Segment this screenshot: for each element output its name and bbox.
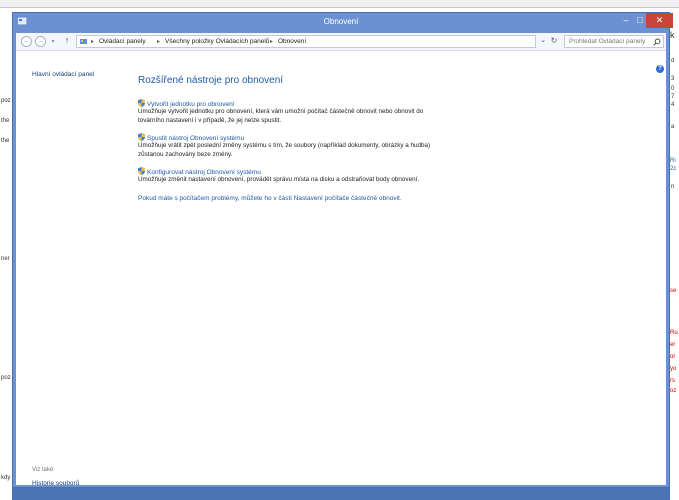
search-icon[interactable]: [653, 38, 661, 46]
tool-description: Umožňuje změnit nastavení obnovení, prov…: [138, 176, 420, 183]
address-bar[interactable]: ▸ Ovládací panely ▸ Všechny položky Ovlá…: [76, 35, 536, 48]
background-text: poz: [1, 375, 11, 381]
open-system-restore-label[interactable]: Spustit nástroj Obnovení systému: [147, 135, 244, 142]
refresh-icon[interactable]: ↻: [548, 36, 560, 47]
shield-icon: [138, 133, 145, 141]
configure-system-restore-link[interactable]: Konfigurovat nástroj Obnovení systému: [138, 167, 261, 176]
back-button[interactable]: ←: [21, 36, 32, 47]
background-text: a: [671, 124, 675, 130]
breadcrumb-control-panel[interactable]: Ovládací panely: [99, 38, 146, 45]
help-icon[interactable]: ?: [656, 65, 664, 73]
tool-description: Umožňuje vytvořit jednotku pro obnovení,…: [138, 108, 424, 124]
content-area: Hlavní ovládací panel Viz také Historie …: [16, 51, 666, 487]
configure-system-restore-label[interactable]: Konfigurovat nástroj Obnovení systému: [147, 169, 261, 176]
background-taskbar-strip: [12, 488, 670, 500]
background-text: d: [671, 58, 675, 64]
navigation-bar: ← → ▾ ↑ ▸ Ovládací panely ▸ Všechny polo…: [16, 33, 666, 51]
file-history-link[interactable]: Historie souborů: [32, 480, 79, 487]
breadcrumb-separator-icon[interactable]: ▸: [157, 38, 160, 45]
recent-locations-chevron-icon[interactable]: ▾: [49, 38, 57, 49]
tool-description: Umožňuje vrátit zpět poslední změny syst…: [138, 142, 431, 158]
create-recovery-drive-link[interactable]: Vytvořit jednotku pro obnovení: [138, 99, 235, 108]
page-title: Rozšířené nástroje pro obnovení: [138, 75, 284, 86]
search-box[interactable]: [564, 35, 664, 48]
background-text: ner: [1, 256, 10, 262]
up-button[interactable]: ↑: [62, 36, 72, 47]
background-text: kdy: [1, 475, 11, 481]
close-button[interactable]: ✕: [646, 13, 673, 28]
breadcrumb-separator-icon[interactable]: ▸: [270, 38, 273, 45]
background-text: 0: [671, 86, 675, 92]
search-input[interactable]: [565, 36, 651, 47]
create-recovery-drive-label[interactable]: Vytvořit jednotku pro obnovení: [147, 101, 235, 108]
background-text: poz: [1, 98, 11, 104]
background-text: Ri: [670, 158, 676, 164]
background-left-window: poz the the ner poz kdy: [0, 8, 12, 500]
left-pane: Hlavní ovládací panel Viz také Historie …: [16, 51, 134, 487]
background-text: oz: [670, 388, 677, 394]
shield-icon: [138, 99, 145, 107]
forward-button[interactable]: →: [35, 36, 46, 47]
background-text: er: [670, 342, 676, 348]
control-panel-home-link[interactable]: Hlavní ovládací panel: [32, 71, 94, 78]
shield-icon: [138, 167, 145, 175]
background-text: the: [1, 118, 10, 124]
background-text: rs: [670, 378, 675, 384]
background-text: ol: [670, 354, 675, 360]
background-text: n: [671, 184, 675, 190]
breadcrumb-separator-icon: ▸: [91, 39, 95, 45]
title-bar[interactable]: Obnovení – □ ✕: [13, 13, 673, 32]
control-panel-icon: [80, 39, 87, 44]
background-text: 4: [671, 102, 675, 108]
background-text: k: [670, 30, 675, 40]
background-text: the: [1, 138, 10, 144]
open-system-restore-link[interactable]: Spustit nástroj Obnovení systému: [138, 133, 244, 142]
background-text: 7: [671, 94, 675, 100]
recovery-window: Obnovení – □ ✕ ← → ▾ ↑ ▸ Ovládací panely…: [12, 12, 673, 488]
window-title: Obnovení: [323, 17, 359, 26]
background-text: se: [670, 288, 677, 294]
background-toolbar: [0, 0, 679, 8]
background-text: 3: [671, 76, 675, 82]
background-right-window: k d 3 0 7 4 a Ri 2c n se Ru er ol yo rs …: [670, 8, 679, 500]
breadcrumb-recovery[interactable]: Obnovení: [278, 38, 306, 45]
breadcrumb-all-items[interactable]: Všechny položky Ovládacích panelů: [165, 38, 269, 45]
address-dropdown-chevron-icon[interactable]: ⌄: [538, 36, 548, 47]
background-text: Ru: [670, 330, 678, 336]
see-also-heading: Viz také: [32, 467, 54, 473]
background-text: yo: [670, 366, 677, 372]
refresh-pc-settings-link[interactable]: Pokud máte s počítačem problémy, můžete …: [138, 195, 402, 202]
background-text: 2c: [670, 166, 677, 172]
